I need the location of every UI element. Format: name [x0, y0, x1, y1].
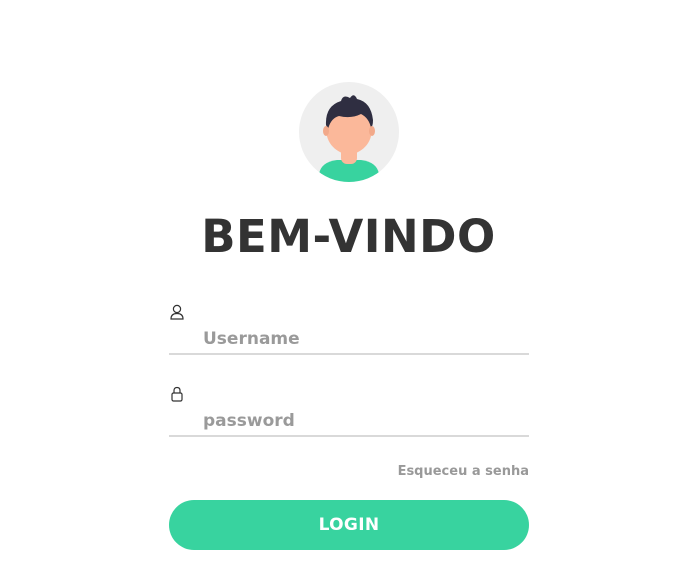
lock-icon: [171, 386, 183, 402]
forgot-password-link[interactable]: Esqueceu a senha: [169, 464, 529, 479]
login-page: BEM-VINDO Esqueceu a senha LOGIN: [0, 0, 683, 587]
password-field: [169, 385, 529, 437]
avatar: [299, 82, 399, 182]
password-input[interactable]: [203, 409, 523, 433]
username-field: [169, 303, 529, 355]
page-title: BEM-VINDO: [201, 210, 496, 263]
login-button[interactable]: LOGIN: [169, 500, 529, 550]
user-icon: [170, 304, 184, 320]
user-avatar-icon: [319, 95, 379, 182]
username-input[interactable]: [203, 327, 523, 351]
